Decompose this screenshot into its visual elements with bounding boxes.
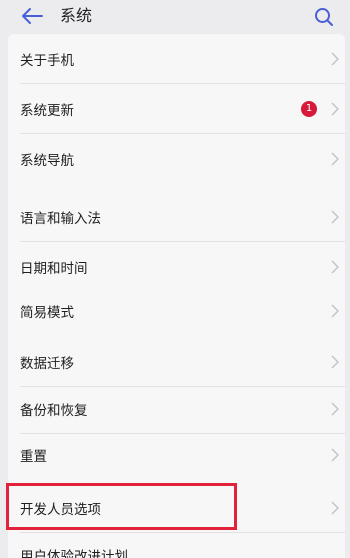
settings-item-label: 数据迁移 [20, 356, 74, 372]
settings-list: 关于手机 系统更新 1 系统导航 语言和输入法 日期和时间 简易模式 数据迁移 … [8, 34, 345, 558]
chevron-right-icon [331, 448, 339, 462]
chevron-right-icon [331, 304, 339, 318]
notification-badge: 1 [301, 101, 317, 117]
settings-screen: 系统 关于手机 系统更新 1 系统导航 语言和输入法 日期和时间 简易模式 数据… [0, 0, 350, 558]
settings-item-label: 开发人员选项 [20, 502, 101, 518]
settings-item-language-input[interactable]: 语言和输入法 [8, 192, 345, 242]
settings-item-label: 语言和输入法 [20, 211, 101, 227]
settings-item-reset[interactable]: 重置 [8, 430, 345, 480]
settings-item-about-phone[interactable]: 关于手机 [8, 34, 345, 84]
chevron-right-icon [331, 152, 339, 166]
settings-item-simple-mode[interactable]: 简易模式 [8, 286, 345, 336]
settings-item-label: 简易模式 [20, 305, 74, 321]
chevron-right-icon [331, 501, 339, 515]
search-icon[interactable] [314, 7, 334, 27]
settings-item-label: 备份和恢复 [20, 403, 88, 419]
settings-item-user-experience-program[interactable]: 用户体验改进计划 [8, 530, 345, 558]
settings-item-system-navigation[interactable]: 系统导航 [8, 134, 345, 184]
chevron-right-icon [331, 102, 339, 116]
page-title: 系统 [60, 6, 93, 25]
settings-item-backup-restore[interactable]: 备份和恢复 [8, 384, 345, 434]
settings-item-label: 关于手机 [20, 53, 74, 69]
settings-item-date-time[interactable]: 日期和时间 [8, 242, 345, 292]
chevron-right-icon [331, 210, 339, 224]
settings-item-label: 日期和时间 [20, 261, 88, 277]
settings-item-system-update[interactable]: 系统更新 1 [8, 84, 345, 134]
back-arrow-icon[interactable] [20, 6, 44, 26]
settings-item-developer-options[interactable]: 开发人员选项 [8, 483, 345, 533]
chevron-right-icon [331, 355, 339, 369]
settings-item-label: 重置 [20, 449, 47, 465]
chevron-right-icon [331, 52, 339, 66]
settings-item-label: 系统导航 [20, 153, 74, 169]
chevron-right-icon [331, 402, 339, 416]
chevron-right-icon [331, 260, 339, 274]
settings-item-label: 系统更新 [20, 103, 74, 119]
settings-item-label: 用户体验改进计划 [20, 549, 128, 558]
top-bar: 系统 [0, 0, 350, 34]
settings-item-data-migration[interactable]: 数据迁移 [8, 337, 345, 387]
